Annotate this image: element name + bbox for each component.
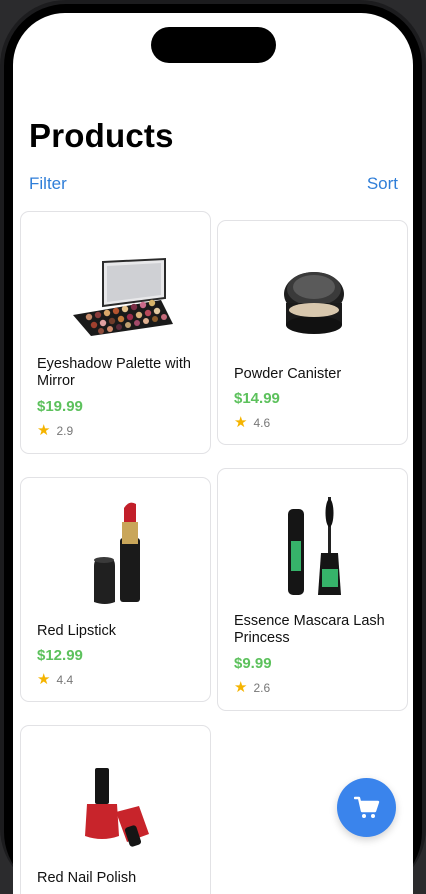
- product-price: $14.99: [234, 390, 280, 407]
- rating-value: 2.6: [253, 681, 271, 695]
- product-image: [21, 478, 210, 618]
- product-rating: ★ 2.9: [37, 422, 74, 439]
- product-price: $12.99: [37, 647, 83, 664]
- rating-value: 4.4: [56, 673, 74, 687]
- filter-button[interactable]: Filter: [29, 174, 67, 194]
- dynamic-island: [151, 27, 276, 63]
- star-icon: ★: [234, 414, 248, 431]
- product-card[interactable]: Red Nail Polish: [20, 725, 211, 894]
- star-icon: ★: [234, 679, 248, 696]
- product-image: [21, 212, 210, 352]
- product-card[interactable]: Essence Mascara Lash Princess $9.99 ★ 2.…: [217, 468, 408, 711]
- product-image: [218, 469, 407, 609]
- page-title: Products: [29, 117, 174, 154]
- product-rating: ★ 4.4: [37, 671, 74, 688]
- lipstick-icon: [94, 502, 140, 604]
- star-icon: ★: [37, 671, 51, 688]
- product-card[interactable]: Red Lipstick $12.99 ★ 4.4: [20, 477, 211, 702]
- product-card[interactable]: Powder Canister $14.99 ★ 4.6: [217, 220, 408, 445]
- product-name: Essence Mascara Lash Princess: [234, 613, 385, 646]
- product-rating: ★ 4.6: [234, 414, 271, 431]
- product-image: [21, 726, 210, 866]
- star-icon: ★: [37, 422, 51, 439]
- product-price: $19.99: [37, 398, 83, 415]
- product-name: Powder Canister: [234, 366, 342, 382]
- rating-value: 2.9: [56, 424, 74, 438]
- screen: Products Filter Sort Eyeshadow Palette w…: [13, 13, 413, 894]
- product-rating: ★ 2.6: [234, 679, 271, 696]
- product-name: Red Nail Polish: [37, 870, 137, 886]
- powder-canister-icon: [284, 272, 344, 334]
- cart-icon: [353, 796, 379, 818]
- product-image: [218, 221, 407, 361]
- cart-button[interactable]: [337, 778, 396, 837]
- product-card[interactable]: Eyeshadow Palette with Mirror $19.99 ★ 2…: [20, 211, 211, 454]
- product-price: $9.99: [234, 655, 272, 672]
- rating-value: 4.6: [253, 416, 271, 430]
- product-name: Red Lipstick: [37, 623, 116, 639]
- product-name: Eyeshadow Palette with Mirror: [37, 356, 191, 389]
- sort-button[interactable]: Sort: [367, 174, 398, 194]
- eyeshadow-palette-icon: [73, 257, 173, 336]
- mascara-icon: [288, 497, 341, 595]
- nail-polish-icon: [85, 768, 149, 847]
